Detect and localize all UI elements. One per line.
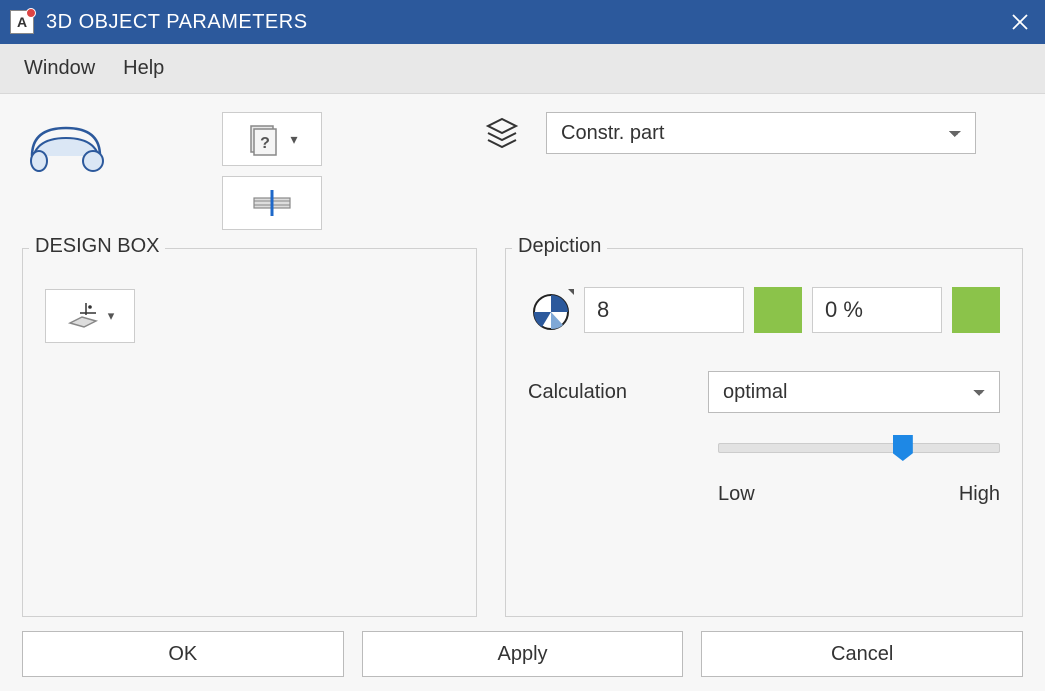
dialog-buttons: OK Apply Cancel xyxy=(22,631,1023,677)
toolbar-column: ? ▾ xyxy=(222,112,322,230)
window-title: 3D OBJECT PARAMETERS xyxy=(46,11,308,34)
shading-mode-icon xyxy=(528,287,574,333)
section-icon xyxy=(248,188,296,218)
layer-row: Constr. part xyxy=(482,112,976,154)
anchor-icon xyxy=(66,301,100,331)
library-picker-button[interactable]: ? ▾ xyxy=(222,112,322,166)
cancel-button[interactable]: Cancel xyxy=(701,631,1023,677)
calculation-row: Calculation optimal xyxy=(528,371,1000,413)
calculation-label: Calculation xyxy=(528,381,678,404)
percent-color-swatch[interactable] xyxy=(952,287,1000,333)
design-box-panel: DESIGN BOX ▾ xyxy=(22,248,477,617)
layers-icon xyxy=(482,113,522,153)
menu-help[interactable]: Help xyxy=(123,57,164,80)
apply-button[interactable]: Apply xyxy=(362,631,684,677)
percent-input[interactable] xyxy=(812,287,942,333)
titlebar: A 3D OBJECT PARAMETERS xyxy=(0,0,1045,44)
panels-row: DESIGN BOX ▾ Depiction xyxy=(22,248,1023,617)
content-area: ? ▾ Constr. part xyxy=(0,94,1045,691)
chevron-down-icon: ▾ xyxy=(108,308,115,324)
book-question-icon: ? xyxy=(246,122,280,156)
chevron-down-icon: ▾ xyxy=(290,131,297,148)
close-icon xyxy=(1012,14,1028,30)
slider-high-label: High xyxy=(959,483,1000,506)
anchor-mode-button[interactable]: ▾ xyxy=(45,289,135,343)
segments-color-swatch[interactable] xyxy=(754,287,802,333)
depiction-panel: Depiction Calculation optimal xyxy=(505,248,1023,617)
design-box-legend: DESIGN BOX xyxy=(29,235,165,258)
close-button[interactable] xyxy=(1005,7,1035,37)
section-toggle-button[interactable] xyxy=(222,176,322,230)
top-row: ? ▾ Constr. part xyxy=(22,112,1023,230)
depiction-legend: Depiction xyxy=(512,235,607,258)
object-type-icon xyxy=(22,112,112,176)
app-icon: A xyxy=(10,10,34,34)
calculation-select[interactable]: optimal xyxy=(708,371,1000,413)
menubar: Window Help xyxy=(0,44,1045,94)
menu-window[interactable]: Window xyxy=(24,57,95,80)
svg-text:?: ? xyxy=(261,135,271,152)
quality-slider[interactable] xyxy=(718,443,1000,453)
slider-track xyxy=(718,443,1000,453)
segments-input[interactable] xyxy=(584,287,744,333)
ok-button[interactable]: OK xyxy=(22,631,344,677)
slider-low-label: Low xyxy=(718,483,755,506)
slider-thumb[interactable] xyxy=(893,435,913,461)
depiction-inputs-row xyxy=(528,287,1000,333)
layer-select[interactable]: Constr. part xyxy=(546,112,976,154)
slider-labels: Low High xyxy=(718,483,1000,506)
